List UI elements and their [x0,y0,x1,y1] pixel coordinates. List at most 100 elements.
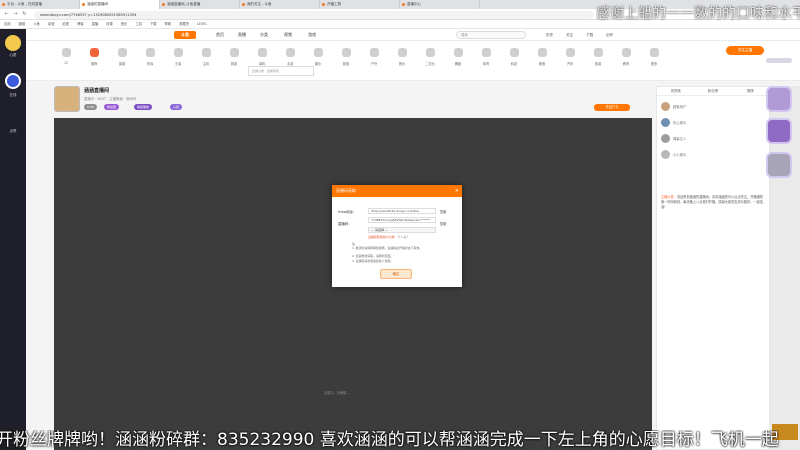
avatar [661,118,670,127]
browser-tab[interactable]: 我的关注 - 斗鱼 [240,0,320,9]
nav-item[interactable]: 直播 [238,31,246,39]
bookmark-item[interactable]: 斗鱼 [33,20,40,28]
arrow-left-icon[interactable]: ← [3,11,10,18]
rank-row[interactable]: 小小观众 [661,149,765,160]
header-link[interactable]: 历史 [546,31,553,39]
bookmark-item[interactable]: 工具 [135,20,142,28]
tab-fans[interactable]: 粉丝榜 [694,87,731,95]
browser-tab[interactable]: 平台 - 斗鱼 - 在线直播 [0,0,80,9]
level-badge: LV30 [84,104,98,110]
header-link[interactable]: 下载 [586,31,593,39]
screen: 平台 - 斗鱼 - 在线直播 涵涵的直播间 涵涵直播间_斗鱼直播 我的关注 - … [0,0,800,450]
category-icon [118,48,127,57]
bookmark-item[interactable]: 音乐 [121,20,128,28]
nav-item[interactable]: 游戏 [308,31,316,39]
close-icon[interactable]: × [455,185,459,197]
avatar[interactable] [54,86,80,112]
bookmark-item[interactable]: 应用 [4,20,11,28]
chat-tabs: 贵宾席 粉丝榜 周榜 [657,87,769,96]
category-item[interactable]: 更多 [642,46,666,74]
checkin-button[interactable]: 开启打卡 [594,104,630,111]
gauge-icon [5,73,21,89]
header-link[interactable]: 关注 [566,31,573,39]
browser-tab[interactable]: 涵涵直播间_斗鱼直播 [160,0,240,9]
browser-tab[interactable]: 开播工具 [320,0,400,9]
rtmp-field[interactable]: rtmp://sendtc3a.douyu.com/live [368,208,436,214]
loading-text: 加载中，请稍候... [324,391,350,395]
category-item[interactable]: 科技 [502,46,526,74]
tip-line: 3. 直播码请勿泄露给他人使用。 [352,259,394,263]
category-item[interactable]: 户外 [362,46,386,74]
category-item[interactable]: 推荐 [82,46,106,74]
confirm-button[interactable]: 确定 [380,269,412,279]
bookmark-item[interactable]: 超链 [19,20,26,28]
bookmark-item[interactable]: LEVEL [197,20,207,28]
avatar [661,134,670,143]
stream-key-dialog: 直播码获取 × rtmp地址： rtmp://sendtc3a.douyu.co… [332,185,462,287]
bookmark-item[interactable]: 动漫 [48,20,55,28]
rank-row[interactable]: 超管用户 [661,101,765,112]
category-item[interactable]: 王者 [166,46,190,74]
nav-item[interactable]: 首页 [216,31,224,39]
category-item[interactable]: 12 [54,46,78,74]
category-item[interactable]: 体育 [474,46,498,74]
favicon-icon [82,3,85,6]
bookmark-item[interactable]: 帮助 [165,20,172,28]
browser-tab[interactable]: 直播中心 [400,0,480,9]
rank-row[interactable]: 热心观众 [661,117,765,128]
wish-badge[interactable]: 心愿 [170,104,183,110]
category-item[interactable]: 美食 [530,46,554,74]
bookmark-item[interactable]: 影视 [62,20,69,28]
nav-item[interactable]: 视频 [284,31,292,39]
rank-row[interactable]: 弹幕达人 [661,133,765,144]
category-item[interactable]: 旅游 [586,46,610,74]
overlay-label: 在线 [9,93,17,97]
category-item[interactable]: 英雄 [110,46,134,74]
tab-vip[interactable]: 贵宾席 [657,87,694,95]
category-item[interactable]: 吃鸡 [138,46,162,74]
avatar [661,102,670,111]
help-link[interactable]: 什么是？ [398,235,410,239]
rank-badge[interactable]: 等级徽章 [134,104,153,110]
fan-badge[interactable]: 粉丝团 [104,104,120,110]
site-logo[interactable]: 斗鱼 [174,31,196,39]
line-select[interactable]: — 请选择 — [368,227,436,233]
follow-button[interactable]: 关注主播 [726,46,764,55]
stream-key-field[interactable]: 7748537rnucg5Pvfeh?wsSecret=****** [368,217,436,223]
favicon-icon [242,3,245,6]
browser-tab-active[interactable]: 涵涵的直播间 [80,0,160,9]
header-link[interactable]: 创作 [606,31,613,39]
category-icon [230,48,239,57]
url-input[interactable]: www.douyu.com/7748537 y=1329080051585911… [34,10,594,19]
category-item[interactable]: 汽车 [558,46,582,74]
streamer-info: 涵涵直播间 直播中 · 6637 · 主播等级 · 房间号 LV30 粉丝团 等… [54,86,654,116]
category-item[interactable]: 音乐 [390,46,414,74]
bookmark-item[interactable]: 设置 [106,20,113,28]
dialog-title: 直播码获取 [336,188,356,193]
site-search-input[interactable]: 搜索 [456,31,526,39]
bookmark-item[interactable]: 下载 [150,20,157,28]
category-icon [370,48,379,57]
bookmark-item[interactable]: 博客 [77,20,84,28]
reload-icon[interactable]: ↻ [21,11,28,18]
bookmark-item[interactable]: 直播 [92,20,99,28]
category-icon [650,48,659,57]
arrow-right-icon[interactable]: → [12,11,19,18]
category-item[interactable]: 颜值 [334,46,358,74]
category-item[interactable]: 教育 [614,46,638,74]
streamer-name: 涵涵直播间 [84,88,110,94]
category-item[interactable]: 网游 [222,46,246,74]
category-icon [622,48,631,57]
copy-key-button[interactable]: 复制 [440,221,446,226]
category-item[interactable]: 二次元 [418,46,442,74]
overlay-label: 心愿 [9,53,17,57]
copy-rtmp-button[interactable]: 复制 [440,209,446,214]
category-icon [454,48,463,57]
bookmark-item[interactable]: 收藏夹 [179,20,189,28]
warning-text: 直播码有效期15分钟 什么是？ [368,235,410,239]
category-icon [426,48,435,57]
category-item[interactable]: 主机 [194,46,218,74]
category-item[interactable]: 舞蹈 [446,46,470,74]
nav-item[interactable]: 分类 [260,31,268,39]
announcement: 主播公告：欢迎来到涵涵的直播间，喜欢涵涵的可以点点关注，开播通知第一时间收到，每… [661,195,763,209]
